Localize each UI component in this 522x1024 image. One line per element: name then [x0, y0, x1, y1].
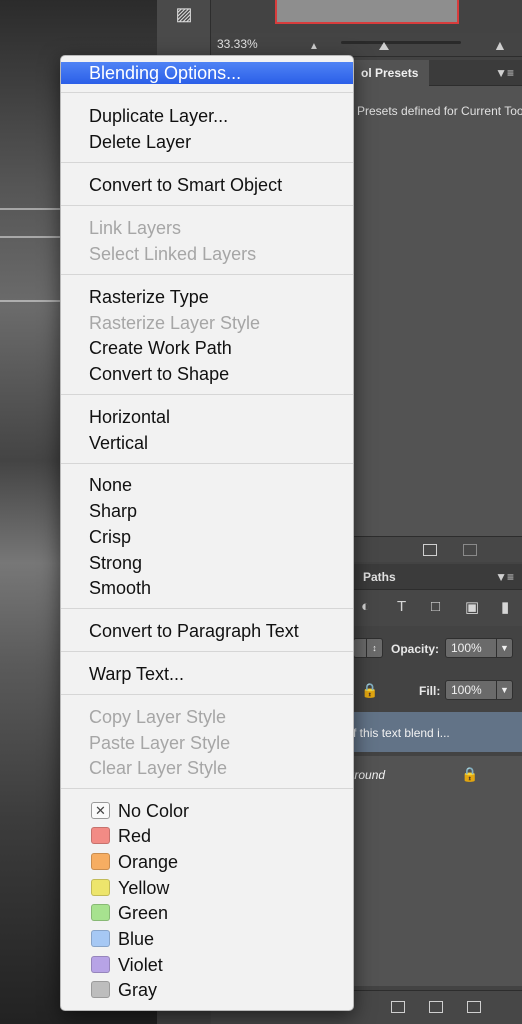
filter-toggle-icon[interactable]: ▮ — [501, 598, 509, 616]
adjustment-filter-icon[interactable]: ◐ — [361, 598, 370, 615]
menu-item-rasterize-layer-style: Rasterize Layer Style — [89, 313, 261, 333]
stepper-icon: ↕ — [366, 639, 382, 657]
menu-separator — [61, 608, 353, 609]
tab-tool-presets[interactable]: ol Presets — [353, 60, 429, 86]
menu-item-color-orange[interactable]: Orange — [61, 849, 353, 875]
fill-label: Fill: — [419, 684, 441, 698]
layer-lock-icon: 🔒 — [461, 766, 479, 782]
menu-item-color-none[interactable]: No Color — [61, 798, 353, 824]
menu-item-select-linked-layers: Select Linked Layers — [89, 244, 257, 264]
tool-strip: ▨ — [157, 0, 211, 60]
menu-item-antialias-none[interactable]: None — [61, 472, 353, 498]
menu-item-color-green[interactable]: Green — [61, 900, 353, 926]
blend-mode-select[interactable]: ↕ — [353, 638, 383, 658]
menu-item-color-gray[interactable]: Gray — [61, 977, 353, 1003]
opacity-value: 100% — [451, 641, 482, 655]
navigator-thumbnail[interactable] — [275, 0, 459, 24]
new-layer-icon[interactable] — [429, 1001, 443, 1013]
menu-item-clear-layer-style: Clear Layer Style — [89, 758, 228, 778]
menu-item-link-layers: Link Layers — [89, 218, 182, 238]
menu-item-convert-to-shape[interactable]: Convert to Shape — [61, 361, 353, 387]
menu-separator — [61, 788, 353, 789]
menu-separator — [61, 694, 353, 695]
menu-item-antialias-crisp[interactable]: Crisp — [61, 524, 353, 550]
smart-object-filter-icon[interactable]: ▣ — [465, 598, 479, 616]
lock-all-icon[interactable]: 🔒 — [361, 682, 378, 699]
menu-item-horizontal[interactable]: Horizontal — [61, 404, 353, 430]
menu-item-delete-layer[interactable]: Delete Layer — [61, 129, 353, 155]
zoom-slider-knob[interactable] — [379, 42, 389, 50]
menu-item-color-yellow[interactable]: Yellow — [61, 875, 353, 901]
menu-separator — [61, 651, 353, 652]
presets-message: Presets defined for Current Tool. — [357, 104, 522, 118]
new-preset-icon[interactable] — [423, 544, 437, 556]
panel-menu-icon[interactable]: ▼≡ — [495, 66, 514, 80]
zoom-in-icon[interactable]: ▲ — [493, 37, 507, 53]
menu-item-color-blue[interactable]: Blue — [61, 926, 353, 952]
tab-paths[interactable]: Paths — [363, 564, 396, 590]
menu-item-copy-layer-style: Copy Layer Style — [89, 707, 227, 727]
fill-value: 100% — [451, 683, 482, 697]
menu-item-color-red[interactable]: Red — [61, 823, 353, 849]
menu-separator — [61, 394, 353, 395]
menu-item-blending-options[interactable]: Blending Options... — [61, 62, 353, 84]
menu-item-duplicate-layer[interactable]: Duplicate Layer... — [61, 103, 353, 129]
zoom-slider[interactable] — [341, 41, 461, 44]
folder-icon[interactable] — [391, 1001, 405, 1013]
menu-item-antialias-strong[interactable]: Strong — [61, 550, 353, 576]
menu-separator — [61, 274, 353, 275]
zoom-out-icon[interactable]: ▲ — [309, 41, 319, 52]
type-filter-icon[interactable]: T — [397, 598, 406, 615]
navigator-zoom-row: 33.33% ▲ ▲ — [211, 33, 522, 57]
menu-item-rasterize-type[interactable]: Rasterize Type — [61, 284, 353, 310]
menu-separator — [61, 92, 353, 93]
layer-context-menu: Blending Options... Duplicate Layer... D… — [60, 55, 354, 1011]
menu-item-color-violet[interactable]: Violet — [61, 952, 353, 978]
chevron-down-icon[interactable]: ▼ — [496, 681, 512, 699]
menu-item-paste-layer-style: Paste Layer Style — [89, 733, 231, 753]
trash-icon[interactable] — [467, 1001, 481, 1013]
fill-field[interactable]: 100% ▼ — [445, 680, 513, 700]
menu-separator — [61, 205, 353, 206]
menu-separator — [61, 162, 353, 163]
menu-item-vertical[interactable]: Vertical — [61, 430, 353, 456]
clone-stamp-icon[interactable]: ▨ — [171, 4, 197, 26]
opacity-field[interactable]: 100% ▼ — [445, 638, 513, 658]
menu-item-convert-to-smart-object[interactable]: Convert to Smart Object — [61, 172, 353, 198]
menu-item-antialias-smooth[interactable]: Smooth — [61, 575, 353, 601]
menu-item-create-work-path[interactable]: Create Work Path — [61, 335, 353, 361]
opacity-label: Opacity: — [391, 642, 440, 656]
layers-panel-menu-icon[interactable]: ▼≡ — [495, 570, 514, 584]
menu-item-warp-text[interactable]: Warp Text... — [61, 661, 353, 687]
menu-separator — [61, 463, 353, 464]
menu-item-convert-to-paragraph-text[interactable]: Convert to Paragraph Text — [61, 618, 353, 644]
chevron-down-icon[interactable]: ▼ — [496, 639, 512, 657]
trash-icon[interactable] — [463, 544, 477, 556]
menu-item-antialias-sharp[interactable]: Sharp — [61, 498, 353, 524]
shape-filter-icon[interactable]: □ — [431, 598, 440, 615]
zoom-value[interactable]: 33.33% — [217, 37, 258, 51]
